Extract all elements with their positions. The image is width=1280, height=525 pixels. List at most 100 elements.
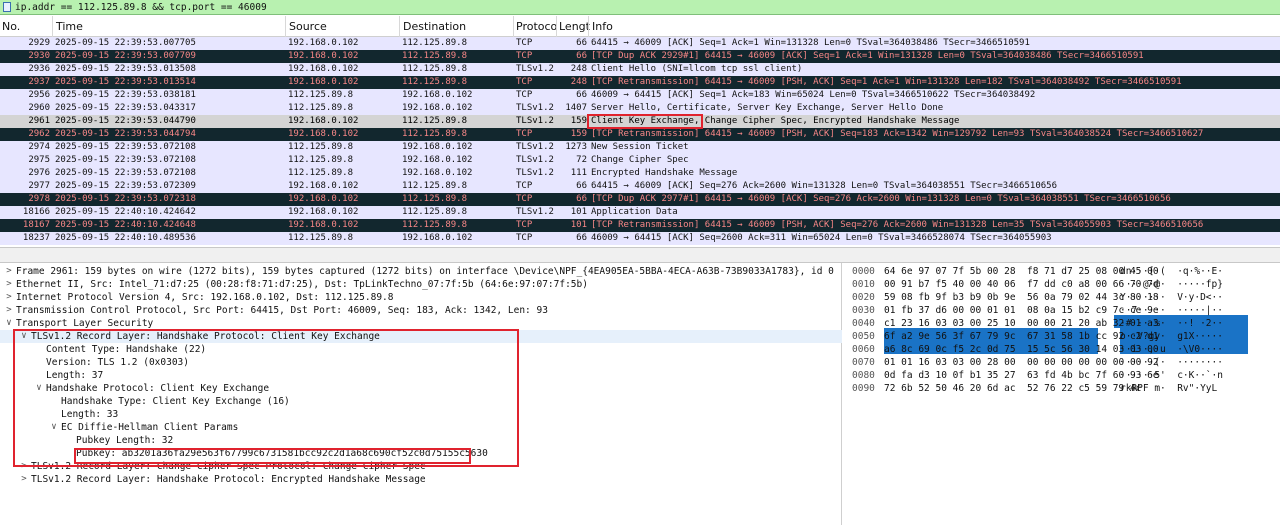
packet-cell-len: 1407	[565, 103, 587, 113]
packet-cell-no: 2962	[28, 129, 50, 139]
packet-row[interactable]: 2930 2025-09-15 22:39:53.007709 192.168.0.…	[0, 50, 1280, 63]
packet-cell-len: 101	[570, 220, 587, 230]
collapsed-chevron-icon[interactable]: >	[19, 473, 29, 486]
packet-row[interactable]: 2976 2025-09-15 22:39:53.072108 112.125.89…	[0, 167, 1280, 180]
packet-cell-time: 2025-09-15 22:40:10.424642	[55, 207, 196, 217]
packet-cell-no: 2961	[28, 116, 50, 126]
column-length[interactable]: Lengt	[559, 20, 590, 33]
packet-cell-proto: TLSv1.2	[516, 103, 554, 113]
bytes-hex: 6f a2 9e 56 3f 67 79 9c 67 31 58 1b cc 9…	[884, 331, 1159, 342]
packet-cell-no: 2978	[28, 194, 50, 204]
packet-cell-src: 112.125.89.8	[288, 168, 354, 178]
packet-row[interactable]: 2936 2025-09-15 22:39:53.013508 192.168.0.…	[0, 63, 1280, 76]
detail-tree-item[interactable]: > TLSv1.2 Record Layer: Handshake Protoco…	[0, 473, 842, 486]
packet-cell-src: 192.168.0.102	[288, 181, 359, 191]
bytes-off: 0070	[852, 357, 875, 368]
packet-cell-len: 159	[570, 116, 587, 126]
packet-cell-no: 2974	[28, 142, 50, 152]
bytes-asc: ······5' c·K··`·n	[1120, 370, 1223, 381]
column-no[interactable]: No.	[2, 20, 20, 33]
packet-cell-time: 2025-09-15 22:39:53.013514	[55, 77, 196, 87]
packet-row[interactable]: 2929 2025-09-15 22:39:53.007705 192.168.0.…	[0, 37, 1280, 50]
packet-row[interactable]: 2962 2025-09-15 22:39:53.044794 192.168.0.…	[0, 128, 1280, 141]
packet-cell-dst: 112.125.89.8	[402, 194, 468, 204]
pane-divider[interactable]	[0, 247, 1280, 263]
collapsed-chevron-icon[interactable]: >	[4, 278, 14, 291]
packet-row[interactable]: 2977 2025-09-15 22:39:53.072309 192.168.0.…	[0, 180, 1280, 193]
packet-cell-dst: 192.168.0.102	[402, 142, 473, 152]
packet-cell-len: 66	[576, 38, 587, 48]
packet-cell-proto: TCP	[516, 233, 533, 243]
detail-tree-item[interactable]: > Ethernet II, Src: Intel_71:d7:25 (00:28…	[0, 278, 842, 291]
detail-tree-item[interactable]: > Frame 2961: 159 bytes on wire (1272 bit…	[0, 265, 842, 278]
packet-cell-no: 2956	[28, 90, 50, 100]
packet-cell-proto: TCP	[516, 220, 533, 230]
column-protocol[interactable]: Protoco	[516, 20, 557, 33]
packet-cell-time: 2025-09-15 22:40:10.424648	[55, 220, 196, 230]
bytes-off: 0040	[852, 318, 875, 329]
packet-cell-time: 2025-09-15 22:39:53.043317	[55, 103, 196, 113]
packet-row[interactable]: 2978 2025-09-15 22:39:53.072318 192.168.0.…	[0, 193, 1280, 206]
column-destination[interactable]: Destination	[403, 20, 466, 33]
packet-cell-time: 2025-09-15 22:39:53.007705	[55, 38, 196, 48]
packet-cell-src: 192.168.0.102	[288, 220, 359, 230]
bytes-off: 0060	[852, 344, 875, 355]
bytes-off: 0080	[852, 370, 875, 381]
packet-cell-src: 112.125.89.8	[288, 233, 354, 243]
packet-cell-info: 64415 → 46009 [ACK] Seq=276 Ack=2600 Win…	[591, 181, 1057, 191]
bytes-asc: Y······· V·y·D<··	[1120, 292, 1223, 303]
packet-cell-no: 2976	[28, 168, 50, 178]
bytes-hex: 01 01 16 03 03 00 28 00 00 00 00 00 00 0…	[884, 357, 1159, 368]
column-source[interactable]: Source	[289, 20, 327, 33]
packet-cell-proto: TLSv1.2	[516, 207, 554, 217]
packet-cell-proto: TCP	[516, 51, 533, 61]
packet-cell-time: 2025-09-15 22:39:53.072309	[55, 181, 196, 191]
column-time[interactable]: Time	[56, 20, 83, 33]
packet-cell-no: 2977	[28, 181, 50, 191]
packet-cell-dst: 192.168.0.102	[402, 103, 473, 113]
packet-bytes-pane: 0000 64 6e 97 07 7f 5b 00 28 f8 71 d7 25 …	[846, 263, 1280, 525]
packet-row[interactable]: 2937 2025-09-15 22:39:53.013514 192.168.0.…	[0, 76, 1280, 89]
packet-cell-info: 64415 → 46009 [ACK] Seq=1 Ack=1 Win=1313…	[591, 38, 1030, 48]
packet-cell-info: 46009 → 64415 [ACK] Seq=1 Ack=183 Win=65…	[591, 90, 1036, 100]
packet-cell-info: Encrypted Handshake Message	[591, 168, 738, 178]
column-info[interactable]: Info	[592, 20, 613, 33]
bytes-asc: rkRPF m· Rv"·YyL	[1120, 383, 1218, 394]
bytes-hex: 00 91 b7 f5 40 00 40 06 f7 dd c0 a8 00 6…	[884, 279, 1159, 290]
display-filter-input[interactable]: ip.addr == 112.125.89.8 && tcp.port == 4…	[15, 1, 267, 14]
packet-cell-proto: TLSv1.2	[516, 142, 554, 152]
packet-cell-dst: 112.125.89.8	[402, 77, 468, 87]
packet-cell-proto: TCP	[516, 129, 533, 139]
bookmark-icon[interactable]	[3, 2, 11, 12]
packet-cell-time: 2025-09-15 22:39:53.072108	[55, 168, 196, 178]
highlight-record-layer	[13, 329, 519, 467]
packet-row[interactable]: 18167 2025-09-15 22:40:10.424648 192.168.0…	[0, 219, 1280, 232]
packet-cell-info: Change Cipher Spec	[591, 155, 689, 165]
collapsed-chevron-icon[interactable]: >	[4, 304, 14, 317]
packet-list-header: No. Time Source Destination Protoco Leng…	[0, 16, 1280, 37]
packet-row[interactable]: 18237 2025-09-15 22:40:10.489536 112.125.8…	[0, 232, 1280, 245]
detail-tree-item[interactable]: > Transmission Control Protocol, Src Port…	[0, 304, 842, 317]
packet-cell-info: [TCP Dup ACK 2929#1] 64415 → 46009 [ACK]…	[591, 51, 1144, 61]
bytes-off: 0090	[852, 383, 875, 394]
display-filter-bar[interactable]: ip.addr == 112.125.89.8 && tcp.port == 4…	[0, 0, 1280, 15]
packet-cell-proto: TLSv1.2	[516, 116, 554, 126]
bytes-asc: ····@·@· ·····fp}	[1120, 279, 1223, 290]
packet-cell-info: [TCP Retransmission] 64415 → 46009 [PSH,…	[591, 129, 1204, 139]
packet-cell-len: 66	[576, 233, 587, 243]
packet-row[interactable]: 18166 2025-09-15 22:40:10.424642 192.168.0…	[0, 206, 1280, 219]
collapsed-chevron-icon[interactable]: >	[4, 265, 14, 278]
packet-cell-dst: 112.125.89.8	[402, 181, 468, 191]
packet-row[interactable]: 2974 2025-09-15 22:39:53.072108 112.125.89…	[0, 141, 1280, 154]
packet-cell-src: 112.125.89.8	[288, 142, 354, 152]
packet-cell-time: 2025-09-15 22:39:53.072108	[55, 142, 196, 152]
packet-row[interactable]: 2956 2025-09-15 22:39:53.038181 112.125.89…	[0, 89, 1280, 102]
packet-cell-info: Client Hello (SNI=llcom tcp ssl client)	[591, 64, 803, 74]
packet-row[interactable]: 2975 2025-09-15 22:39:53.072108 112.125.89…	[0, 154, 1280, 167]
packet-cell-dst: 112.125.89.8	[402, 220, 468, 230]
packet-cell-src: 192.168.0.102	[288, 207, 359, 217]
packet-cell-len: 66	[576, 90, 587, 100]
collapsed-chevron-icon[interactable]: >	[4, 291, 14, 304]
detail-tree-item[interactable]: > Internet Protocol Version 4, Src: 192.1…	[0, 291, 842, 304]
packet-cell-no: 2975	[28, 155, 50, 165]
